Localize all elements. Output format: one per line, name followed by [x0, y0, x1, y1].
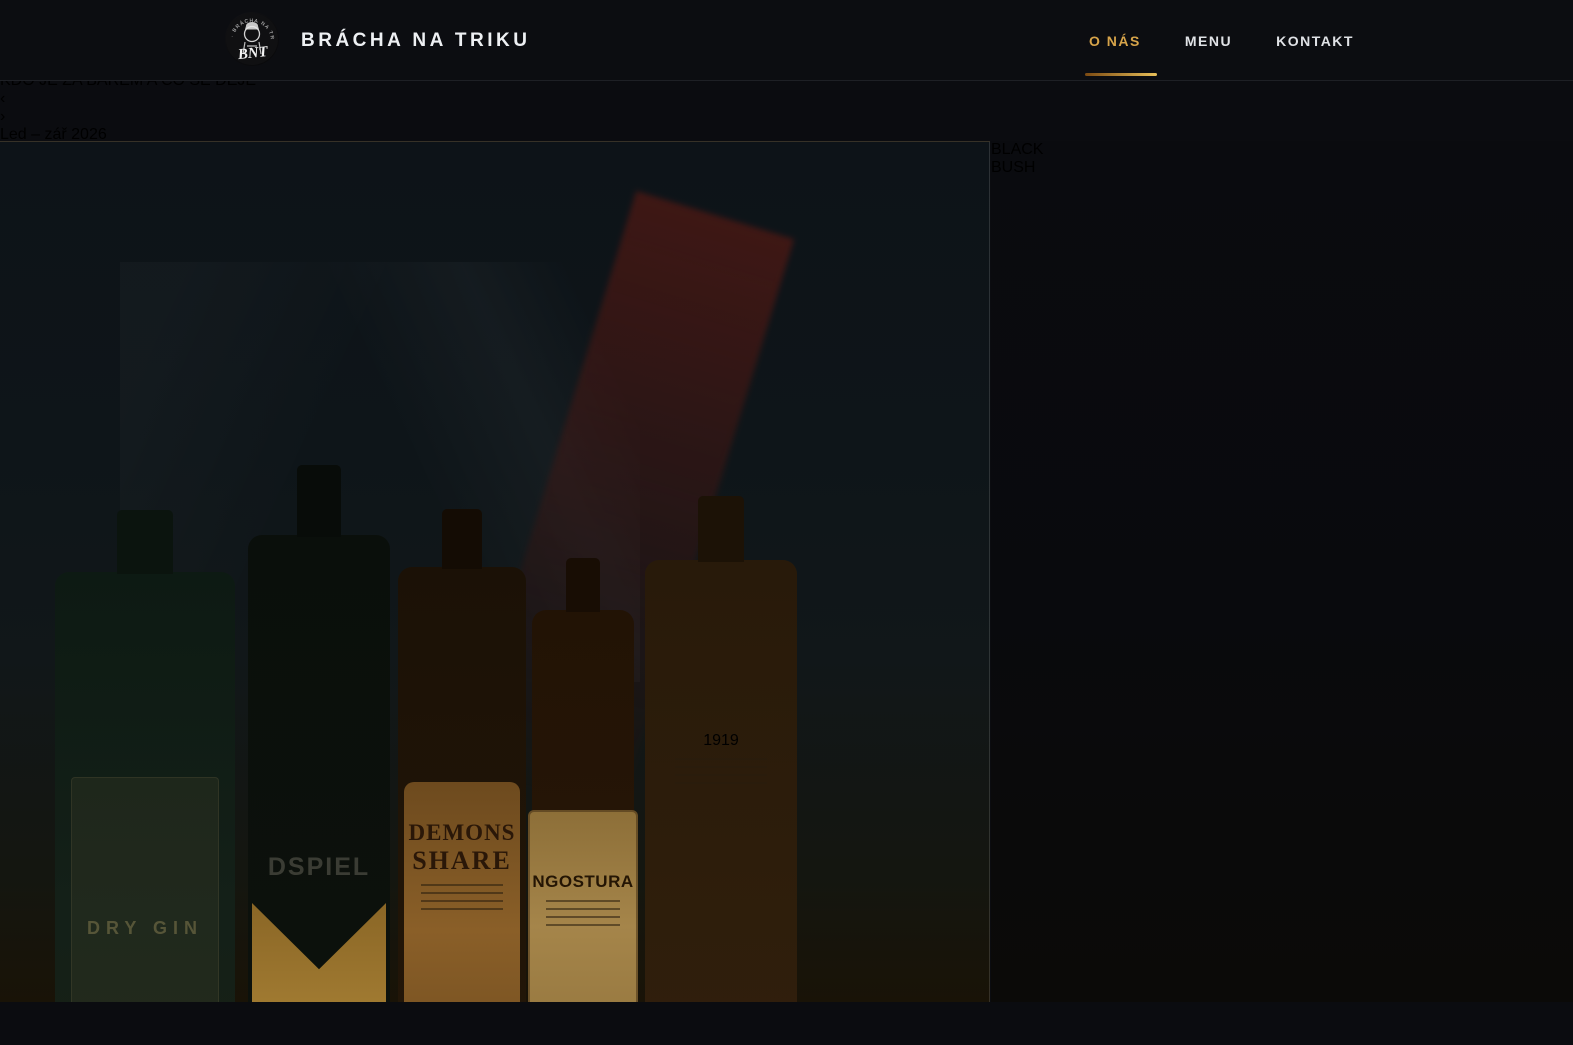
demons-label-line2: SHARE [412, 846, 512, 875]
brand-logo-icon: · BRÁCHA NA TRIKU · BNT [225, 12, 279, 66]
waldspiel-label: DSPIEL [267, 853, 371, 881]
page: DRY GIN DSPIEL PREMIUM DYE. DEMONS SHARE… [0, 0, 1573, 1045]
nav-item-o-nas[interactable]: O NÁS [1085, 33, 1157, 76]
angostura-label: NGOSTURA [532, 872, 634, 891]
active-nav-underline [1085, 72, 1157, 76]
year-1919-label: 1919 [703, 732, 739, 749]
next-period-button[interactable]: › [0, 108, 1573, 126]
demons-label-line1: DEMONS [408, 820, 516, 845]
bottle-black-bush: BLACK BUSH [991, 141, 1043, 177]
nav-item-kontakt[interactable]: KONTAKT [1276, 33, 1354, 49]
brand-name: BRÁCHA NA TRIKU [301, 30, 531, 51]
bottle-demons-share: DEMONS SHARE [398, 509, 526, 1002]
site-header: · BRÁCHA NA TRIKU · BNT BRÁCHA NA TRIKU … [0, 0, 1573, 81]
bottle-gin: DRY GIN [55, 510, 235, 1002]
main-nav: O NÁS MENU KONTAKT [1085, 0, 1354, 81]
home-link[interactable]: · BRÁCHA NA TRIKU · BNT BRÁCHA NA TRIKU [225, 12, 530, 66]
hero-background-photo: DRY GIN DSPIEL PREMIUM DYE. DEMONS SHARE… [0, 141, 990, 1002]
nav-item-menu[interactable]: MENU [1185, 33, 1232, 49]
bottle-waldspiel: DSPIEL PREMIUM DYE. [248, 465, 390, 1002]
right-background-zone: BLACK BUSH [991, 141, 1573, 1002]
prev-period-button[interactable]: ‹ [0, 90, 1573, 108]
black-bush-label: BLACK BUSH [991, 141, 1044, 176]
bottle-angostura: NGOSTURA [528, 558, 638, 1002]
calendar-toolbar: ‹ › Led – zář 2026 [0, 90, 1573, 144]
logo-monogram: BNT [236, 44, 269, 63]
gin-label: DRY GIN [86, 918, 203, 938]
bottle-1919: 1919 [645, 496, 797, 1002]
